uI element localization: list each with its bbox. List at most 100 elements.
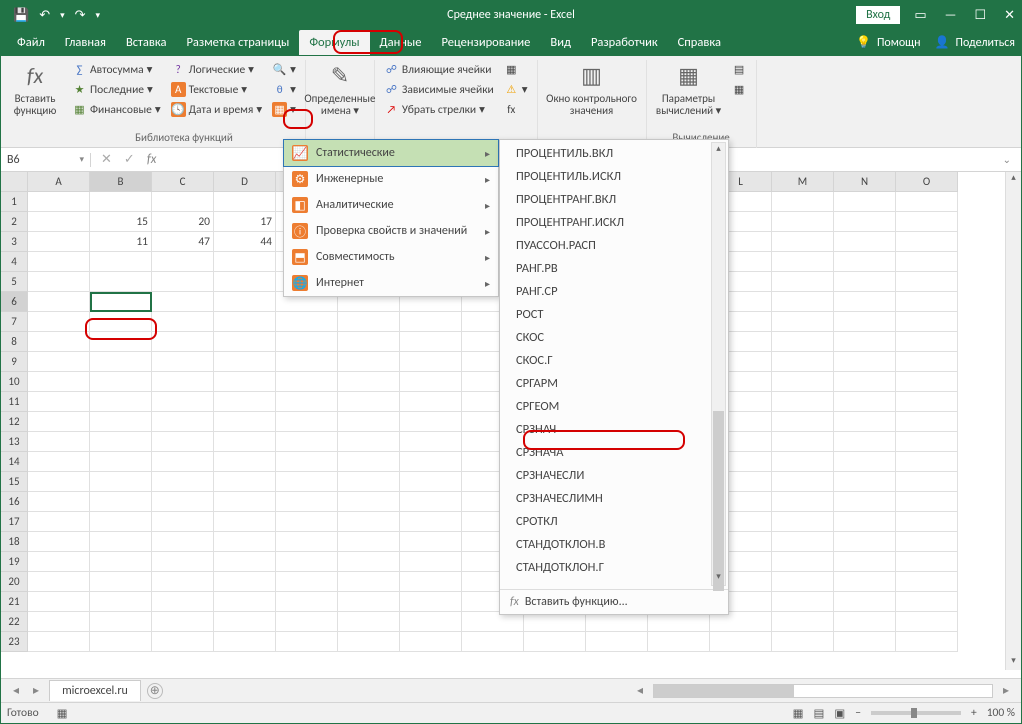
- cell[interactable]: [834, 632, 896, 652]
- login-button[interactable]: Вход: [856, 6, 900, 24]
- cell[interactable]: 20: [152, 212, 214, 232]
- remove-arrows-button[interactable]: ↗Убрать стрелки ▾: [381, 100, 497, 119]
- cell[interactable]: [152, 312, 214, 332]
- cell[interactable]: [400, 332, 462, 352]
- cell[interactable]: 11: [90, 232, 152, 252]
- row-header[interactable]: 5: [1, 272, 28, 292]
- cell[interactable]: [834, 492, 896, 512]
- more-functions-button[interactable]: ▦▾: [269, 100, 299, 119]
- cell[interactable]: [90, 292, 152, 312]
- function-item[interactable]: ПРОЦЕНТИЛЬ.ВКЛ: [500, 142, 728, 165]
- cell[interactable]: [214, 492, 276, 512]
- cell[interactable]: [896, 232, 958, 252]
- hscroll-left[interactable]: ◂: [633, 683, 647, 698]
- tab-developer[interactable]: Разработчик: [581, 30, 668, 55]
- cell[interactable]: [276, 632, 338, 652]
- cell[interactable]: [28, 332, 90, 352]
- row-header[interactable]: 17: [1, 512, 28, 532]
- cell[interactable]: [772, 232, 834, 252]
- function-item[interactable]: СКОС: [500, 326, 728, 349]
- cell[interactable]: [400, 472, 462, 492]
- fx-bar-icon[interactable]: fx: [147, 152, 157, 167]
- cell[interactable]: [772, 252, 834, 272]
- cell[interactable]: [896, 192, 958, 212]
- cell[interactable]: [276, 312, 338, 332]
- cell[interactable]: [400, 552, 462, 572]
- cell[interactable]: [338, 412, 400, 432]
- cell[interactable]: [772, 392, 834, 412]
- qat-customize[interactable]: ▾: [96, 10, 101, 21]
- cell[interactable]: [834, 332, 896, 352]
- cell[interactable]: [400, 532, 462, 552]
- row-header[interactable]: 14: [1, 452, 28, 472]
- cell[interactable]: [338, 332, 400, 352]
- cell[interactable]: [772, 572, 834, 592]
- cell[interactable]: [28, 532, 90, 552]
- cell[interactable]: [834, 592, 896, 612]
- cell[interactable]: [400, 572, 462, 592]
- cell[interactable]: [834, 212, 896, 232]
- function-item[interactable]: СРГЕОМ: [500, 395, 728, 418]
- cell[interactable]: [28, 512, 90, 532]
- financial-button[interactable]: ▦Финансовые ▾: [69, 100, 164, 119]
- cell[interactable]: [400, 632, 462, 652]
- cell[interactable]: [90, 452, 152, 472]
- macro-rec-icon[interactable]: ▦: [57, 706, 68, 721]
- logical-button[interactable]: ?Логические ▾: [168, 60, 265, 79]
- cell[interactable]: [214, 332, 276, 352]
- cell[interactable]: [276, 472, 338, 492]
- zoom-out-button[interactable]: −: [855, 706, 861, 720]
- cell[interactable]: [834, 392, 896, 412]
- hscroll-right[interactable]: ▸: [999, 683, 1013, 698]
- cell[interactable]: [152, 292, 214, 312]
- cell[interactable]: [338, 372, 400, 392]
- cell[interactable]: [28, 412, 90, 432]
- cell[interactable]: [152, 612, 214, 632]
- lookup-button[interactable]: 🔍▾: [269, 60, 299, 79]
- trace-dependents-button[interactable]: ☍Зависимые ячейки: [381, 80, 497, 99]
- cell[interactable]: [152, 592, 214, 612]
- tab-page-layout[interactable]: Разметка страницы: [176, 30, 299, 55]
- cancel-icon[interactable]: ✕: [101, 152, 112, 167]
- tab-review[interactable]: Рецензирование: [431, 30, 540, 55]
- tab-formulas[interactable]: Формулы: [299, 30, 369, 55]
- cell[interactable]: [896, 312, 958, 332]
- cell[interactable]: [152, 432, 214, 452]
- menu-scrollbar[interactable]: ▴▾: [711, 142, 726, 586]
- menu-item[interactable]: 📈Статистические▸: [284, 140, 498, 166]
- cell[interactable]: [214, 312, 276, 332]
- column-header[interactable]: B: [90, 172, 152, 192]
- cell[interactable]: [896, 472, 958, 492]
- cell[interactable]: [462, 612, 524, 632]
- cell[interactable]: [896, 432, 958, 452]
- cell[interactable]: [214, 292, 276, 312]
- cell[interactable]: [152, 332, 214, 352]
- cell[interactable]: [338, 512, 400, 532]
- function-item[interactable]: СТАНДОТКЛОН.Г: [500, 556, 728, 579]
- row-header[interactable]: 10: [1, 372, 28, 392]
- calc-options-button[interactable]: ▦ Параметрывычислений ▾: [653, 60, 725, 119]
- cell[interactable]: [834, 352, 896, 372]
- cell[interactable]: [338, 392, 400, 412]
- row-header[interactable]: 3: [1, 232, 28, 252]
- cell[interactable]: [28, 292, 90, 312]
- cell[interactable]: [276, 372, 338, 392]
- cell[interactable]: [276, 512, 338, 532]
- menu-item[interactable]: ⬒Совместимость▸: [284, 244, 498, 270]
- cell[interactable]: [338, 572, 400, 592]
- cell[interactable]: [214, 572, 276, 592]
- cell[interactable]: [400, 492, 462, 512]
- cell[interactable]: [338, 492, 400, 512]
- tab-file[interactable]: Файл: [7, 30, 55, 55]
- cell[interactable]: [772, 632, 834, 652]
- cell[interactable]: [524, 612, 586, 632]
- cell[interactable]: [896, 592, 958, 612]
- cell[interactable]: 47: [152, 232, 214, 252]
- cell[interactable]: [276, 452, 338, 472]
- cell[interactable]: [772, 412, 834, 432]
- cell[interactable]: [834, 472, 896, 492]
- function-item[interactable]: СТАНДОТКЛОН.В: [500, 533, 728, 556]
- cell[interactable]: [28, 272, 90, 292]
- column-header[interactable]: C: [152, 172, 214, 192]
- cell[interactable]: [834, 412, 896, 432]
